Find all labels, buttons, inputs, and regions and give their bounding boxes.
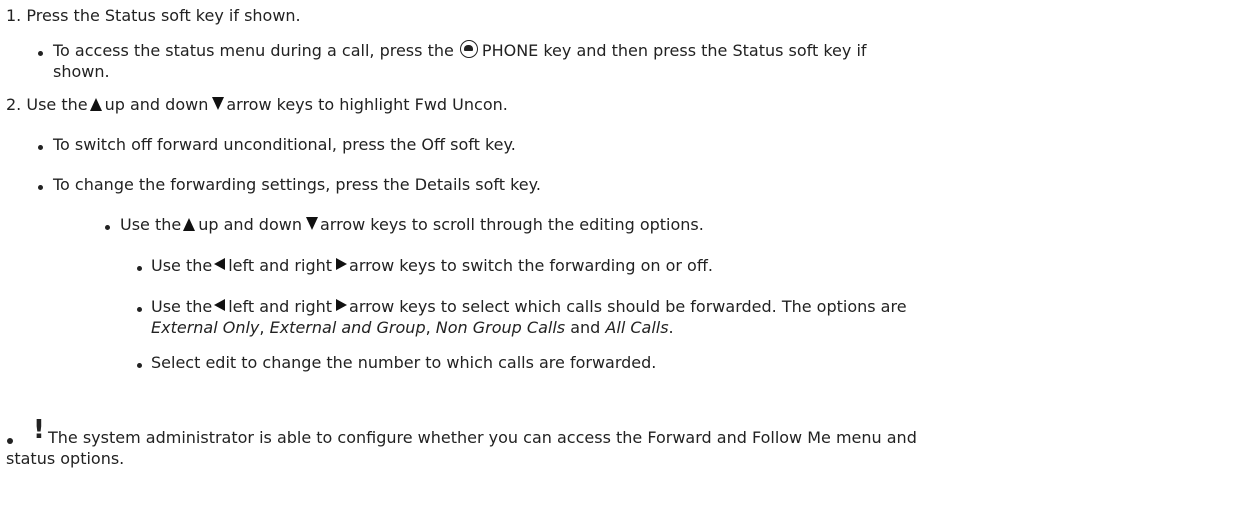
bullet <box>137 266 142 271</box>
level-4-item-2-line-2: External Only, External and Group, Non G… <box>151 318 674 338</box>
phone-icon <box>459 39 478 58</box>
period: . <box>668 318 674 337</box>
sub-text: left and right <box>228 297 333 316</box>
step-2-sub-1: To switch off forward unconditional, pre… <box>53 135 516 154</box>
left-arrow-icon <box>214 258 226 270</box>
step-2-level-3: Use the up and down arrow keys to scroll t… <box>120 215 704 235</box>
bullet <box>137 307 142 312</box>
level-4-item-2-line-1: Use the left and right arrow keys to selec… <box>151 297 907 317</box>
level-4-item-3: Select edit to change the number to whic… <box>151 353 657 372</box>
sub-text: arrow keys to scroll through the editing… <box>319 215 704 234</box>
option-external-and-group: External and Group <box>269 318 426 337</box>
conjunction: and <box>570 318 601 337</box>
option-non-group-calls: Non Group Calls <box>435 318 566 337</box>
step-1-sub-1-line-2: shown. <box>53 62 110 81</box>
bullet <box>38 185 43 190</box>
sub-text: Use the <box>151 256 213 275</box>
separator: , <box>425 318 431 337</box>
sub-text: left and right <box>228 256 333 275</box>
level-4-item-1: Use the left and right arrow keys to switc… <box>151 256 713 276</box>
step-number: 1. <box>6 6 22 25</box>
sub-text: Use the <box>151 297 213 316</box>
sub-text: arrow keys to select which calls should … <box>349 297 907 316</box>
note-line-2: status options. <box>6 449 125 468</box>
left-arrow-icon <box>214 299 226 311</box>
option-all-calls: All Calls <box>605 318 669 337</box>
sub-text: up and down <box>198 215 302 234</box>
sub-text: To access the status menu during a call,… <box>53 41 454 60</box>
step-1: 1. Press the Status soft key if shown. <box>6 6 301 26</box>
down-arrow-icon <box>212 97 225 110</box>
sub-text: Use the <box>120 215 182 234</box>
right-arrow-icon <box>336 299 348 311</box>
option-external-only: External Only <box>151 318 260 337</box>
bullet <box>137 363 142 368</box>
up-arrow-icon <box>89 98 102 111</box>
step-text: Use the <box>26 95 88 114</box>
bullet <box>38 51 43 56</box>
help-document: 1. Press the Status soft key if shown. T… <box>0 0 1253 515</box>
separator: , <box>259 318 265 337</box>
up-arrow-icon <box>183 218 196 231</box>
bullet <box>7 438 13 444</box>
down-arrow-icon <box>305 217 318 230</box>
sub-text: PHONE key and then press the Status soft… <box>481 41 867 60</box>
right-arrow-icon <box>336 258 348 270</box>
step-2: 2. Use the up and down arrow keys to highl… <box>6 95 508 115</box>
bullet <box>38 145 43 150</box>
step-1-sub-1-line-1: To access the status menu during a call,… <box>53 39 867 61</box>
note-line-1: The system administrator is able to conf… <box>48 428 917 447</box>
exclamation-icon: ! <box>33 415 45 445</box>
step-number: 2. <box>6 95 22 114</box>
step-text: up and down <box>104 95 209 114</box>
step-text: arrow keys to highlight Fwd Uncon. <box>226 95 508 114</box>
sub-text: arrow keys to switch the forwarding on o… <box>349 256 713 275</box>
step-text: Press the Status soft key if shown. <box>26 6 301 25</box>
step-2-sub-2: To change the forwarding settings, press… <box>53 175 541 194</box>
bullet <box>105 225 110 230</box>
